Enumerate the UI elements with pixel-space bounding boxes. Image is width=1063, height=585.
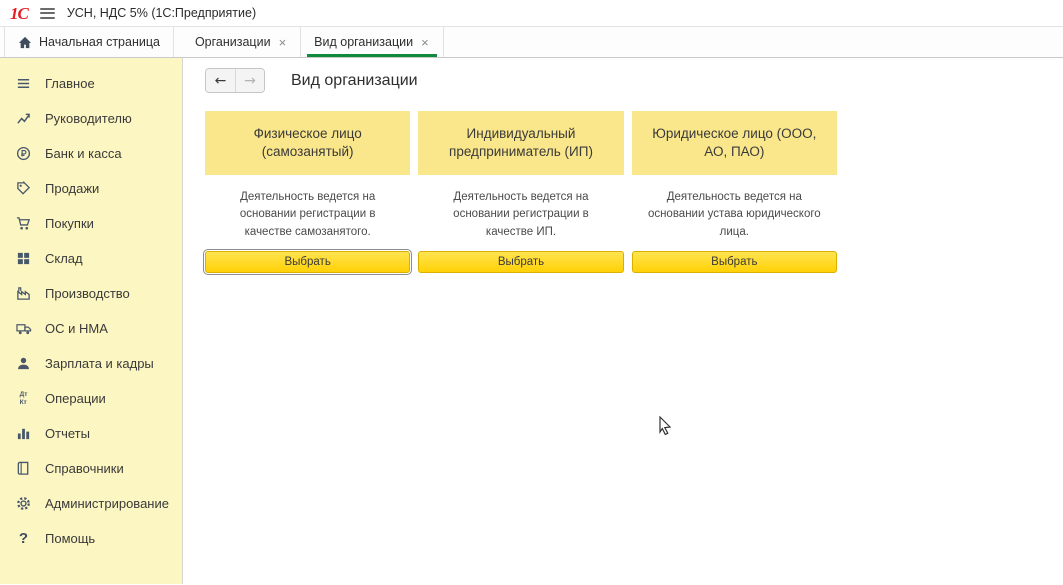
sidebar-item-production[interactable]: Производство bbox=[0, 276, 182, 311]
sidebar-item-label: Отчеты bbox=[45, 426, 90, 441]
dtkt-icon: ДтКт bbox=[14, 391, 33, 405]
tab-bar: Начальная страница Организации × Вид орг… bbox=[0, 27, 1063, 58]
sidebar-item-label: Производство bbox=[45, 286, 130, 301]
sidebar-item-label: Справочники bbox=[45, 461, 124, 476]
organization-type-cards: Физическое лицо (самозанятый) Деятельнос… bbox=[205, 111, 837, 273]
cart-icon bbox=[14, 216, 33, 231]
ruble-coin-icon bbox=[14, 146, 33, 161]
close-icon[interactable]: × bbox=[278, 36, 288, 49]
close-icon[interactable]: × bbox=[420, 36, 430, 49]
card-description: Деятельность ведется на основании регист… bbox=[418, 175, 623, 251]
tab-label: Начальная страница bbox=[39, 35, 160, 49]
content-area: Главное Руководителю Банк и касса Продаж… bbox=[0, 58, 1063, 584]
tab-home[interactable]: Начальная страница bbox=[4, 27, 174, 57]
sidebar-item-purchases[interactable]: Покупки bbox=[0, 206, 182, 241]
sidebar-item-manager[interactable]: Руководителю bbox=[0, 101, 182, 136]
history-buttons: ← → bbox=[205, 68, 265, 93]
sales-tag-icon bbox=[14, 181, 33, 196]
sidebar-item-salary-hr[interactable]: Зарплата и кадры bbox=[0, 346, 182, 381]
select-button-legal-entity[interactable]: Выбрать bbox=[632, 251, 837, 273]
1c-logo: 1С bbox=[10, 5, 28, 22]
card-title: Индивидуальный предприниматель (ИП) bbox=[418, 111, 623, 175]
sidebar-item-sales[interactable]: Продажи bbox=[0, 171, 182, 206]
select-button-self-employed[interactable]: Выбрать bbox=[205, 251, 410, 273]
window-title: УСН, НДС 5% (1С:Предприятие) bbox=[67, 6, 256, 20]
bar-chart-icon bbox=[14, 426, 33, 441]
app-window: 1С УСН, НДС 5% (1С:Предприятие) Начальна… bbox=[0, 0, 1063, 584]
sidebar-item-label: Руководителю bbox=[45, 111, 132, 126]
card-self-employed: Физическое лицо (самозанятый) Деятельнос… bbox=[205, 111, 410, 273]
home-icon bbox=[18, 36, 32, 49]
sidebar-item-administration[interactable]: Администрирование bbox=[0, 486, 182, 521]
back-button[interactable]: ← bbox=[206, 69, 235, 92]
person-icon bbox=[14, 356, 33, 371]
navigation-row: ← → Вид организации bbox=[205, 68, 1063, 93]
tab-org-type[interactable]: Вид организации × bbox=[301, 27, 444, 57]
sidebar-item-label: Склад bbox=[45, 251, 83, 266]
main-panel: ← → Вид организации Физическое лицо (сам… bbox=[183, 58, 1063, 584]
warehouse-icon bbox=[14, 251, 33, 266]
sidebar-item-help[interactable]: ? Помощь bbox=[0, 521, 182, 556]
list-icon bbox=[14, 76, 33, 91]
factory-icon bbox=[14, 286, 33, 301]
card-title: Юридическое лицо (ООО, АО, ПАО) bbox=[632, 111, 837, 175]
sidebar-item-os-nma[interactable]: ОС и НМА bbox=[0, 311, 182, 346]
sidebar-item-label: ОС и НМА bbox=[45, 321, 108, 336]
sidebar-item-label: Главное bbox=[45, 76, 95, 91]
question-icon: ? bbox=[14, 530, 33, 547]
sidebar-item-bank-cash[interactable]: Банк и касса bbox=[0, 136, 182, 171]
card-description: Деятельность ведется на основании регист… bbox=[205, 175, 410, 251]
sidebar-item-label: Продажи bbox=[45, 181, 99, 196]
sidebar-item-label: Зарплата и кадры bbox=[45, 356, 154, 371]
tab-label: Вид организации bbox=[314, 35, 413, 49]
book-icon bbox=[14, 461, 33, 476]
sidebar-item-directories[interactable]: Справочники bbox=[0, 451, 182, 486]
sidebar: Главное Руководителю Банк и касса Продаж… bbox=[0, 58, 183, 584]
sidebar-item-reports[interactable]: Отчеты bbox=[0, 416, 182, 451]
card-individual-entrepreneur: Индивидуальный предприниматель (ИП) Деят… bbox=[418, 111, 623, 273]
sidebar-item-label: Помощь bbox=[45, 531, 95, 546]
card-description: Деятельность ведется на основании устава… bbox=[632, 175, 837, 251]
sidebar-item-operations[interactable]: ДтКт Операции bbox=[0, 381, 182, 416]
tab-organizations[interactable]: Организации × bbox=[182, 27, 301, 57]
trend-icon bbox=[14, 111, 33, 126]
select-button-entrepreneur[interactable]: Выбрать bbox=[418, 251, 623, 273]
sidebar-item-label: Покупки bbox=[45, 216, 94, 231]
forward-button[interactable]: → bbox=[235, 69, 264, 92]
gear-icon bbox=[14, 496, 33, 511]
truck-icon bbox=[14, 321, 33, 336]
sidebar-item-label: Операции bbox=[45, 391, 106, 406]
top-bar: 1С УСН, НДС 5% (1С:Предприятие) bbox=[0, 0, 1063, 27]
card-title: Физическое лицо (самозанятый) bbox=[205, 111, 410, 175]
sidebar-item-label: Банк и касса bbox=[45, 146, 122, 161]
tab-label: Организации bbox=[195, 35, 271, 49]
main-menu-icon[interactable] bbox=[38, 3, 57, 23]
sidebar-item-warehouse[interactable]: Склад bbox=[0, 241, 182, 276]
sidebar-item-main[interactable]: Главное bbox=[0, 66, 182, 101]
card-legal-entity: Юридическое лицо (ООО, АО, ПАО) Деятельн… bbox=[632, 111, 837, 273]
sidebar-item-label: Администрирование bbox=[45, 496, 169, 511]
page-title: Вид организации bbox=[291, 72, 418, 90]
